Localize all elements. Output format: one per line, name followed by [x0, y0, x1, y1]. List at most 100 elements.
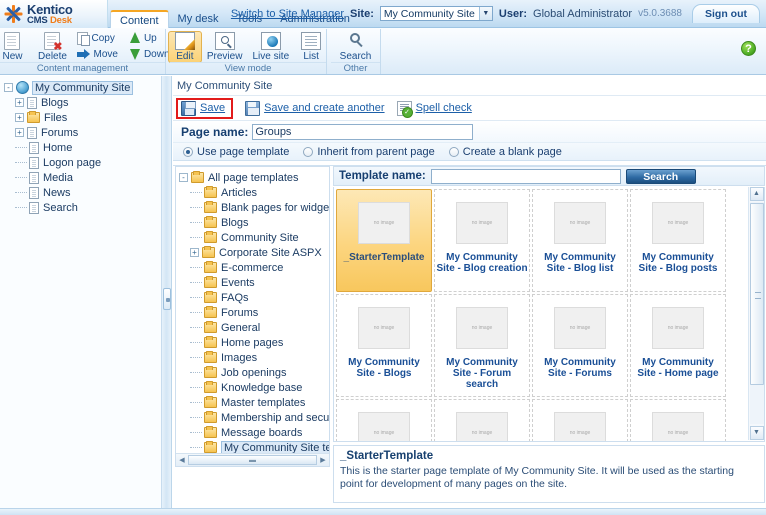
expander-expand-icon[interactable]: + — [15, 113, 24, 122]
tpl-node-message-boards[interactable]: Message boards — [179, 425, 329, 440]
template-cell[interactable]: no image — [630, 399, 726, 441]
template-name-input[interactable] — [430, 168, 621, 184]
new-document-icon — [4, 32, 21, 50]
tpl-node-community-site[interactable]: Community Site — [179, 230, 329, 245]
tree-connector — [190, 357, 202, 358]
ribbon-copy-button[interactable]: Copy — [74, 31, 120, 46]
radio-use-page-template[interactable]: Use page template — [183, 146, 289, 158]
tpl-node-membership-and-security[interactable]: Membership and security — [179, 410, 329, 425]
template-cell[interactable]: no image My Community Site - Blog list — [532, 189, 628, 292]
template-cell[interactable]: no image My Community Site - Blog posts — [630, 189, 726, 292]
template-cell[interactable]: no image My Community Site - Forum searc… — [434, 294, 530, 397]
tree-node-blogs[interactable]: + Blogs — [4, 95, 161, 110]
help-icon[interactable]: ? — [741, 41, 756, 56]
tpl-node-knowledge-base[interactable]: Knowledge base — [179, 380, 329, 395]
radio-label: Inherit from parent page — [317, 145, 435, 158]
scroll-right-icon[interactable]: ▶ — [317, 456, 329, 464]
tree-connector — [190, 432, 202, 433]
scroll-left-icon[interactable]: ◀ — [176, 456, 188, 464]
tree-node-search[interactable]: Search — [4, 200, 161, 215]
template-cell[interactable]: no image My Community Site - Home page — [630, 294, 726, 397]
template-cell[interactable]: no image _StarterTemplate — [336, 189, 432, 292]
pane-splitter[interactable] — [162, 76, 172, 515]
template-description-box: _StarterTemplate This is the starter pag… — [333, 445, 765, 503]
expander-expand-icon[interactable]: + — [15, 98, 24, 107]
save-icon — [181, 100, 196, 116]
folder-icon — [204, 276, 217, 288]
template-tree-horizontal-scrollbar[interactable]: ◀ ▬ ▶ — [176, 453, 329, 466]
splitter-grip[interactable] — [163, 288, 171, 310]
switch-to-site-manager-link[interactable]: Switch to Site Manager — [231, 8, 344, 20]
template-cell[interactable]: no image — [434, 399, 530, 441]
ribbon-new-button[interactable]: New — [0, 31, 32, 63]
tpl-node-home-pages[interactable]: Home pages — [179, 335, 329, 350]
page-name-label: Page name: — [181, 124, 249, 139]
sign-out-button[interactable]: Sign out — [692, 4, 760, 23]
tree-node-forums[interactable]: + Forums — [4, 125, 161, 140]
spell-check-button[interactable]: Spell check — [396, 100, 472, 118]
ribbon-preview-button[interactable]: Preview — [202, 31, 248, 63]
save-and-create-another-button[interactable]: Save and create another — [245, 100, 385, 116]
tree-node-news[interactable]: News — [4, 185, 161, 200]
tpl-node-events[interactable]: Events — [179, 275, 329, 290]
expander-expand-icon[interactable]: + — [190, 248, 199, 257]
template-search-button[interactable]: Search — [625, 168, 696, 184]
template-cell[interactable]: no image My Community Site - Blog creati… — [434, 189, 530, 292]
tpl-node-label: E-commerce — [221, 261, 284, 274]
ribbon-up-label: Up — [143, 32, 157, 44]
folder-icon — [204, 216, 217, 228]
expander-collapse-icon[interactable]: - — [179, 173, 188, 182]
radio-inherit-from-parent-page[interactable]: Inherit from parent page — [303, 145, 435, 158]
template-thumbnail-placeholder: no image — [358, 412, 410, 441]
radio-create-a-blank-page[interactable]: Create a blank page — [448, 146, 562, 158]
expander-collapse-icon[interactable]: - — [4, 83, 13, 92]
tree-connector — [190, 447, 202, 448]
template-cell[interactable]: no image — [532, 399, 628, 441]
tree-node-files[interactable]: + Files — [4, 110, 161, 125]
ribbon-edit-button[interactable]: Edit — [167, 31, 202, 63]
ribbon-live-site-button[interactable]: Live site — [247, 31, 294, 63]
tpl-node-master-templates[interactable]: Master templates — [179, 395, 329, 410]
tpl-node-images[interactable]: Images — [179, 350, 329, 365]
ribbon-list-button[interactable]: List — [294, 31, 328, 63]
tpl-node-blank-pages-for-widgets[interactable]: Blank pages for widgets — [179, 200, 329, 215]
save-button[interactable]: Save — [176, 97, 234, 119]
ribbon-delete-button[interactable]: ✖ Delete — [32, 31, 72, 63]
tpl-node-forums[interactable]: Forums — [179, 305, 329, 320]
tpl-node-corporate-site-aspx[interactable]: + Corporate Site ASPX — [179, 245, 329, 260]
tpl-node-blogs[interactable]: Blogs — [179, 215, 329, 230]
ribbon-live-site-label: Live site — [252, 51, 290, 62]
tpl-node-label: Community Site — [221, 231, 299, 244]
template-cell[interactable]: no image My Community Site - Forums — [532, 294, 628, 397]
tree-connector — [190, 417, 202, 418]
tpl-node-articles[interactable]: Articles — [179, 185, 329, 200]
tpl-node-all-page-templates[interactable]: - All page templates — [179, 170, 329, 185]
tab-my-desk[interactable]: My desk — [169, 10, 228, 28]
template-cell[interactable]: no image — [336, 399, 432, 441]
scrollbar-thumb[interactable] — [750, 203, 764, 385]
ribbon-search-button[interactable]: Search — [335, 31, 377, 63]
tab-content[interactable]: Content — [110, 10, 169, 28]
tree-node-home[interactable]: Home — [4, 140, 161, 155]
site-select[interactable]: My Community Site ▼ — [379, 6, 493, 21]
scroll-down-icon[interactable]: ▼ — [749, 426, 764, 440]
page-name-input[interactable] — [252, 123, 474, 140]
template-name-label: Template name: — [339, 170, 426, 182]
expander-expand-icon[interactable]: + — [15, 128, 24, 137]
template-grid-vertical-scrollbar[interactable]: ▲ ▼ — [748, 187, 764, 440]
tpl-node-faqs[interactable]: FAQs — [179, 290, 329, 305]
ribbon-move-button[interactable]: Move — [74, 48, 120, 61]
scrollbar-thumb[interactable]: ▬ — [188, 455, 317, 465]
tree-node-my-community-site[interactable]: - My Community Site — [4, 80, 161, 95]
template-cell[interactable]: no image My Community Site - Blogs — [336, 294, 432, 397]
tree-node-label: Blogs — [41, 96, 69, 109]
tree-node-media[interactable]: Media — [4, 170, 161, 185]
template-browser: Template name: Search no image _StarterT… — [333, 166, 765, 503]
tpl-node-label: Master templates — [221, 396, 306, 409]
tree-node-logon-page[interactable]: Logon page — [4, 155, 161, 170]
list-icon — [301, 32, 322, 50]
tpl-node-job-openings[interactable]: Job openings — [179, 365, 329, 380]
scroll-up-icon[interactable]: ▲ — [749, 187, 764, 201]
tpl-node-general[interactable]: General — [179, 320, 329, 335]
tpl-node-e-commerce[interactable]: E-commerce — [179, 260, 329, 275]
